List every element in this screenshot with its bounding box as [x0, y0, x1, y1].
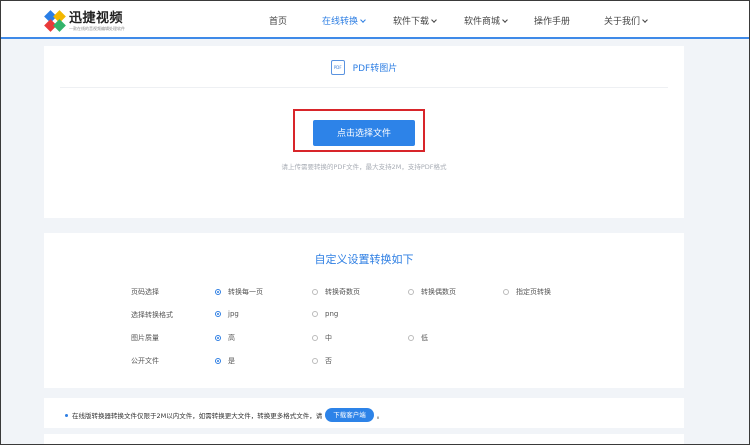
radio-jpg[interactable]: jpg — [215, 310, 239, 318]
download-client-button[interactable]: 下载客户端 — [325, 408, 374, 422]
radio-quality-medium[interactable]: 中 — [312, 333, 332, 343]
format-label: 选择转换格式 — [131, 311, 173, 319]
bullet-dot-icon — [65, 413, 68, 417]
size-limit-notice: 在线版转换器转换文件仅限于2M以内文件，如需转换更大文件，转换更多格式文件，请 … — [65, 408, 383, 422]
chevron-down-icon — [360, 17, 366, 23]
nav-home[interactable]: 首页 — [269, 14, 287, 27]
notice-text-end: 。 — [376, 412, 384, 420]
tab-pdf-to-image[interactable]: PDF PDF转图片 — [44, 60, 684, 75]
choose-file-button[interactable]: 点击选择文件 — [313, 120, 415, 146]
quality-label: 图片质量 — [131, 334, 159, 342]
divider — [60, 87, 668, 88]
radio-quality-low[interactable]: 低 — [408, 333, 428, 343]
radio-png[interactable]: png — [312, 310, 338, 318]
notice-text: 在线版转换器转换文件仅限于2M以内文件，如需转换更大文件，转换更多格式文件，请 — [72, 412, 323, 420]
notice-card: 在线版转换器转换文件仅限于2M以内文件，如需转换更大文件，转换更多格式文件，请 … — [44, 398, 684, 428]
radio-quality-high[interactable]: 高 — [215, 333, 235, 343]
tab-label: PDF转图片 — [352, 64, 398, 74]
radio-public-no[interactable]: 否 — [312, 356, 332, 366]
public-file-label: 公开文件 — [131, 357, 159, 365]
radio-every-page[interactable]: 转换每一页 — [215, 287, 263, 297]
nav-software-download[interactable]: 软件下载 — [393, 14, 437, 27]
pdf-file-icon: PDF — [330, 60, 345, 75]
chevron-down-icon — [502, 17, 508, 23]
upload-hint: 请上传需要转换的PDF文件，最大支持2M，支持PDF格式 — [281, 163, 447, 171]
converter-card: PDF PDF转图片 点击选择文件 请上传需要转换的PDF文件，最大支持2M，支… — [44, 46, 684, 218]
main-nav: 首页 在线转换 软件下载 软件商城 操作手册 关于我们 — [1, 1, 749, 39]
settings-card: 自定义设置转换如下 页码选择 转换每一页 转换奇数页 转换偶数页 指定页转换 选… — [44, 233, 684, 388]
settings-title: 自定义设置转换如下 — [314, 253, 414, 266]
radio-public-yes[interactable]: 是 — [215, 356, 235, 366]
nav-online-convert[interactable]: 在线转换 — [322, 14, 366, 27]
nav-software-store[interactable]: 软件商城 — [464, 14, 508, 27]
radio-specific-pages[interactable]: 指定页转换 — [503, 287, 551, 297]
page-select-label: 页码选择 — [131, 288, 159, 296]
chevron-down-icon — [431, 17, 437, 23]
radio-odd-pages[interactable]: 转换奇数页 — [312, 287, 360, 297]
chevron-down-icon — [642, 17, 648, 23]
top-header: 迅捷视频 一款在线的音视频编辑处理软件 首页 在线转换 软件下载 软件商城 操作… — [1, 1, 749, 39]
nav-about-us[interactable]: 关于我们 — [604, 14, 648, 27]
next-section-card — [44, 434, 684, 445]
nav-manual[interactable]: 操作手册 — [534, 14, 570, 27]
radio-even-pages[interactable]: 转换偶数页 — [408, 287, 456, 297]
